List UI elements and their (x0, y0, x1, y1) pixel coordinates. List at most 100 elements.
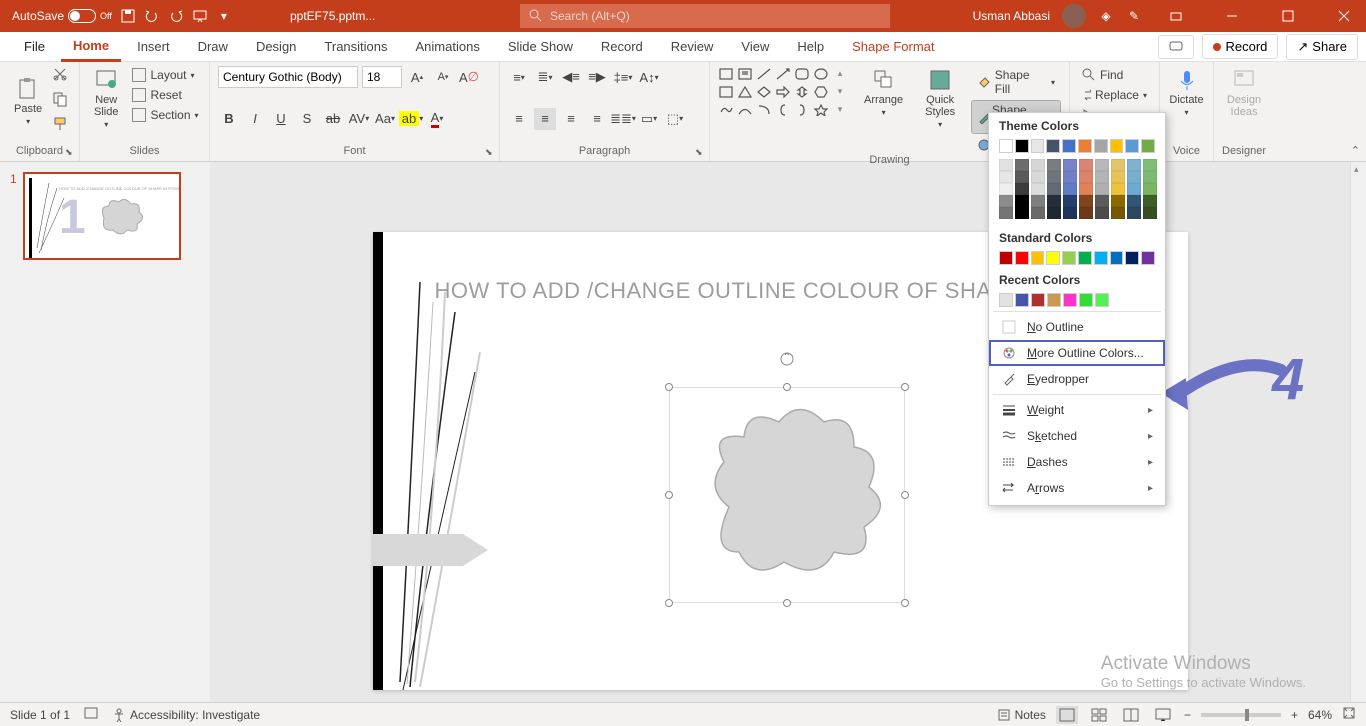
theme-color-2[interactable] (1031, 139, 1045, 153)
theme-tint-5-0[interactable] (1079, 159, 1093, 171)
resize-handle-ne[interactable] (901, 383, 909, 391)
tab-transitions[interactable]: Transitions (312, 33, 399, 60)
theme-tint-7-2[interactable] (1111, 183, 1125, 195)
resize-handle-se[interactable] (901, 599, 909, 607)
rotate-handle[interactable] (779, 351, 795, 367)
theme-tint-7-4[interactable] (1111, 207, 1125, 219)
language-icon[interactable] (84, 706, 98, 723)
close-icon[interactable] (1322, 0, 1366, 32)
theme-tint-6-0[interactable] (1095, 159, 1109, 171)
share-button[interactable]: ↗Share (1286, 34, 1358, 60)
shape-star-icon[interactable] (813, 102, 829, 117)
theme-color-9[interactable] (1141, 139, 1155, 153)
replace-button[interactable]: Replace▾ (1078, 86, 1151, 104)
theme-tint-1-4[interactable] (1015, 207, 1029, 219)
arrows-item[interactable]: Arrows ▸ (989, 475, 1165, 501)
theme-tint-3-0[interactable] (1047, 159, 1061, 171)
resize-handle-sw[interactable] (665, 599, 673, 607)
theme-tint-4-2[interactable] (1063, 183, 1077, 195)
recent-color-3[interactable] (1047, 293, 1061, 307)
shape-roundrect-icon[interactable] (794, 66, 810, 81)
text-direction-button[interactable]: A↕▾ (638, 66, 660, 88)
theme-tint-5-3[interactable] (1079, 195, 1093, 207)
standard-color-1[interactable] (1015, 251, 1029, 265)
shape-triangle-icon[interactable] (737, 84, 753, 99)
shape-diamond-icon[interactable] (756, 84, 772, 99)
more-outline-colors-item[interactable]: More Outline Colors... (989, 340, 1165, 366)
align-text-button[interactable]: ▭▾ (638, 108, 660, 130)
justify-button[interactable]: ≡ (586, 108, 608, 130)
theme-tint-2-1[interactable] (1031, 171, 1045, 183)
standard-color-0[interactable] (999, 251, 1013, 265)
slide-area[interactable]: HOW TO ADD /CHANGE OUTLINE COLOUR OF SHA… (210, 162, 1350, 722)
layout-button[interactable]: Layout▾ (128, 66, 202, 84)
tab-shape-format[interactable]: Shape Format (840, 33, 946, 60)
line-spacing-button[interactable]: ‡≡▾ (612, 66, 634, 88)
record-button[interactable]: Record (1202, 34, 1278, 59)
copy-icon[interactable] (52, 91, 68, 112)
toggle-switch[interactable] (68, 9, 96, 23)
columns-button[interactable]: ≣≣▾ (612, 108, 634, 130)
theme-tint-0-2[interactable] (999, 183, 1013, 195)
shape-freeform-icon[interactable] (718, 102, 734, 117)
theme-color-8[interactable] (1125, 139, 1139, 153)
slide-thumb-1[interactable]: 1 HOW TO ADD /CHANGE OUTLINE COLOUR OF S… (10, 172, 200, 260)
font-color-button[interactable]: A▾ (426, 108, 448, 130)
theme-tint-8-1[interactable] (1127, 171, 1141, 183)
theme-tint-1-1[interactable] (1015, 171, 1029, 183)
recent-color-4[interactable] (1063, 293, 1077, 307)
align-center-button[interactable]: ≡ (534, 108, 556, 130)
theme-tint-0-1[interactable] (999, 171, 1013, 183)
wand-icon[interactable]: ✎ (1126, 8, 1142, 24)
indent-dec-button[interactable]: ◀≡ (560, 66, 582, 88)
tab-file[interactable]: File (12, 33, 57, 60)
resize-handle-s[interactable] (783, 599, 791, 607)
theme-tint-8-2[interactable] (1127, 183, 1141, 195)
recent-color-2[interactable] (1031, 293, 1045, 307)
decrease-font-icon[interactable]: A▾ (432, 66, 454, 88)
shape-rect2-icon[interactable] (718, 84, 734, 99)
italic-button[interactable]: I (244, 108, 266, 130)
theme-tint-8-3[interactable] (1127, 195, 1141, 207)
undo-icon[interactable] (144, 8, 160, 24)
format-painter-icon[interactable] (52, 116, 68, 137)
theme-tint-1-3[interactable] (1015, 195, 1029, 207)
theme-tint-6-1[interactable] (1095, 171, 1109, 183)
thumb-preview[interactable]: HOW TO ADD /CHANGE OUTLINE COLOUR OF SHA… (23, 172, 181, 260)
zoom-out-button[interactable]: − (1184, 708, 1191, 722)
vertical-scrollbar[interactable]: ▴ ▾ (1350, 162, 1366, 722)
tab-animations[interactable]: Animations (404, 33, 492, 60)
shape-line-icon[interactable] (756, 66, 772, 81)
theme-tint-7-3[interactable] (1111, 195, 1125, 207)
collapse-ribbon-icon[interactable]: ⌃ (1351, 144, 1360, 157)
theme-tint-9-0[interactable] (1143, 159, 1157, 171)
new-slide-button[interactable]: New Slide ▾ (88, 66, 124, 131)
no-outline-item[interactable]: No Outline (989, 314, 1165, 340)
standard-color-9[interactable] (1141, 251, 1155, 265)
font-launcher-icon[interactable]: ⬊ (485, 147, 497, 159)
thumbnail-pane[interactable]: 1 HOW TO ADD /CHANGE OUTLINE COLOUR OF S… (0, 162, 210, 722)
standard-color-3[interactable] (1046, 251, 1060, 265)
theme-tint-8-0[interactable] (1127, 159, 1141, 171)
theme-tint-4-3[interactable] (1063, 195, 1077, 207)
maximize-icon[interactable] (1266, 0, 1310, 32)
theme-tint-5-4[interactable] (1079, 207, 1093, 219)
shape-oval-icon[interactable] (813, 66, 829, 81)
clipboard-launcher-icon[interactable]: ⬊ (65, 147, 77, 159)
reset-button[interactable]: Reset (128, 86, 202, 104)
resize-handle-nw[interactable] (665, 383, 673, 391)
eyedropper-item[interactable]: Eyedropper (989, 366, 1165, 392)
resize-handle-n[interactable] (783, 383, 791, 391)
theme-tint-1-2[interactable] (1015, 183, 1029, 195)
normal-view-button[interactable] (1056, 706, 1078, 724)
sorter-view-button[interactable] (1088, 706, 1110, 724)
theme-tint-2-0[interactable] (1031, 159, 1045, 171)
theme-tint-5-2[interactable] (1079, 183, 1093, 195)
recent-color-0[interactable] (999, 293, 1013, 307)
scroll-up-icon[interactable]: ▴ (1354, 164, 1359, 175)
present-icon[interactable] (192, 8, 208, 24)
shadow-button[interactable]: S (296, 108, 318, 130)
theme-tint-4-1[interactable] (1063, 171, 1077, 183)
shape-textbox-icon[interactable] (737, 66, 753, 81)
theme-tint-8-4[interactable] (1127, 207, 1141, 219)
